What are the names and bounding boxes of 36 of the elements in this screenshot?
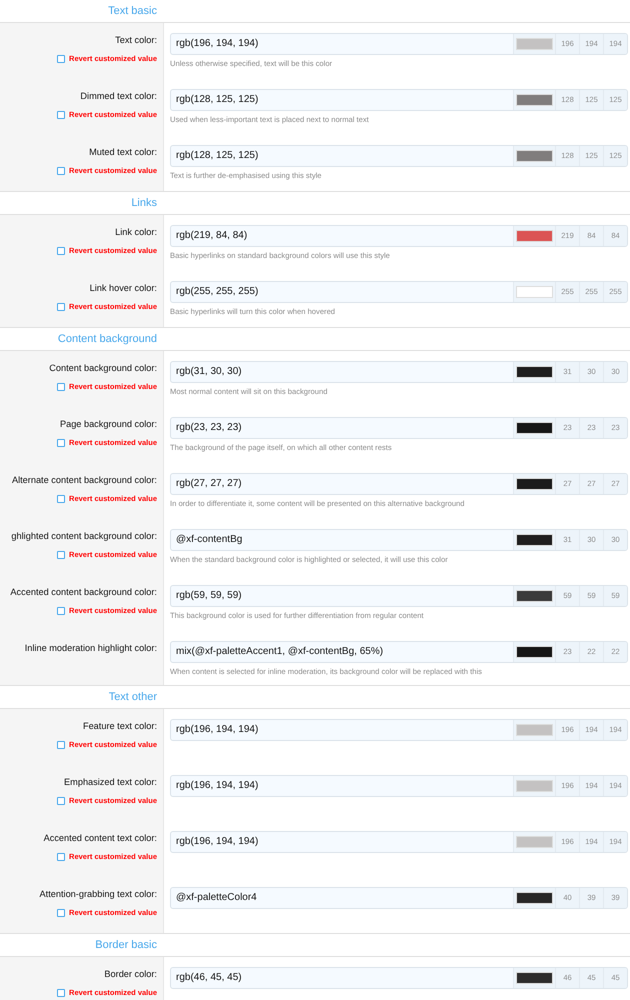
field-label: Alternate content background color: — [12, 475, 157, 485]
section-heading: Text basic — [107, 4, 158, 19]
section-heading: Text other — [108, 690, 158, 705]
checkbox[interactable] — [57, 909, 66, 917]
checkbox[interactable] — [57, 111, 66, 119]
checkbox[interactable] — [57, 55, 66, 63]
checkbox[interactable] — [57, 495, 66, 503]
field-label: Attention-grabbing text color: — [40, 889, 157, 899]
field-label: Text color: — [115, 35, 157, 45]
field-label: Muted text color: — [89, 147, 157, 157]
field-label: Accented content background color: — [10, 587, 157, 597]
field-label: Link color: — [115, 227, 157, 237]
checkbox[interactable] — [57, 247, 66, 255]
section-heading: Content background — [56, 332, 158, 347]
checkbox[interactable] — [57, 439, 66, 447]
checkbox[interactable] — [57, 797, 66, 805]
checkbox[interactable] — [57, 853, 66, 861]
field-label: Accented content text color: — [44, 833, 157, 843]
section-heading: Links — [130, 196, 158, 211]
section-heading: Border basic — [94, 938, 158, 953]
checkbox[interactable] — [57, 989, 66, 997]
field-label: Link hover color: — [90, 283, 157, 293]
checkbox[interactable] — [57, 607, 66, 615]
field-label: Dimmed text color: — [80, 91, 157, 101]
checkbox[interactable] — [57, 303, 66, 311]
field-label: Feature text color: — [82, 721, 157, 731]
checkbox[interactable] — [57, 167, 66, 175]
field-label: Content background color: — [49, 363, 157, 373]
checkbox[interactable] — [57, 551, 66, 559]
field-label: Page background color: — [60, 419, 157, 429]
field-label: Inline moderation highlight color: — [24, 643, 157, 653]
field-label: Emphasized text color: — [64, 777, 157, 787]
checkbox[interactable] — [57, 383, 66, 391]
checkbox[interactable] — [57, 741, 66, 749]
field-label: Border color: — [104, 969, 157, 979]
field-label: ghlighted content background color: — [11, 531, 157, 541]
